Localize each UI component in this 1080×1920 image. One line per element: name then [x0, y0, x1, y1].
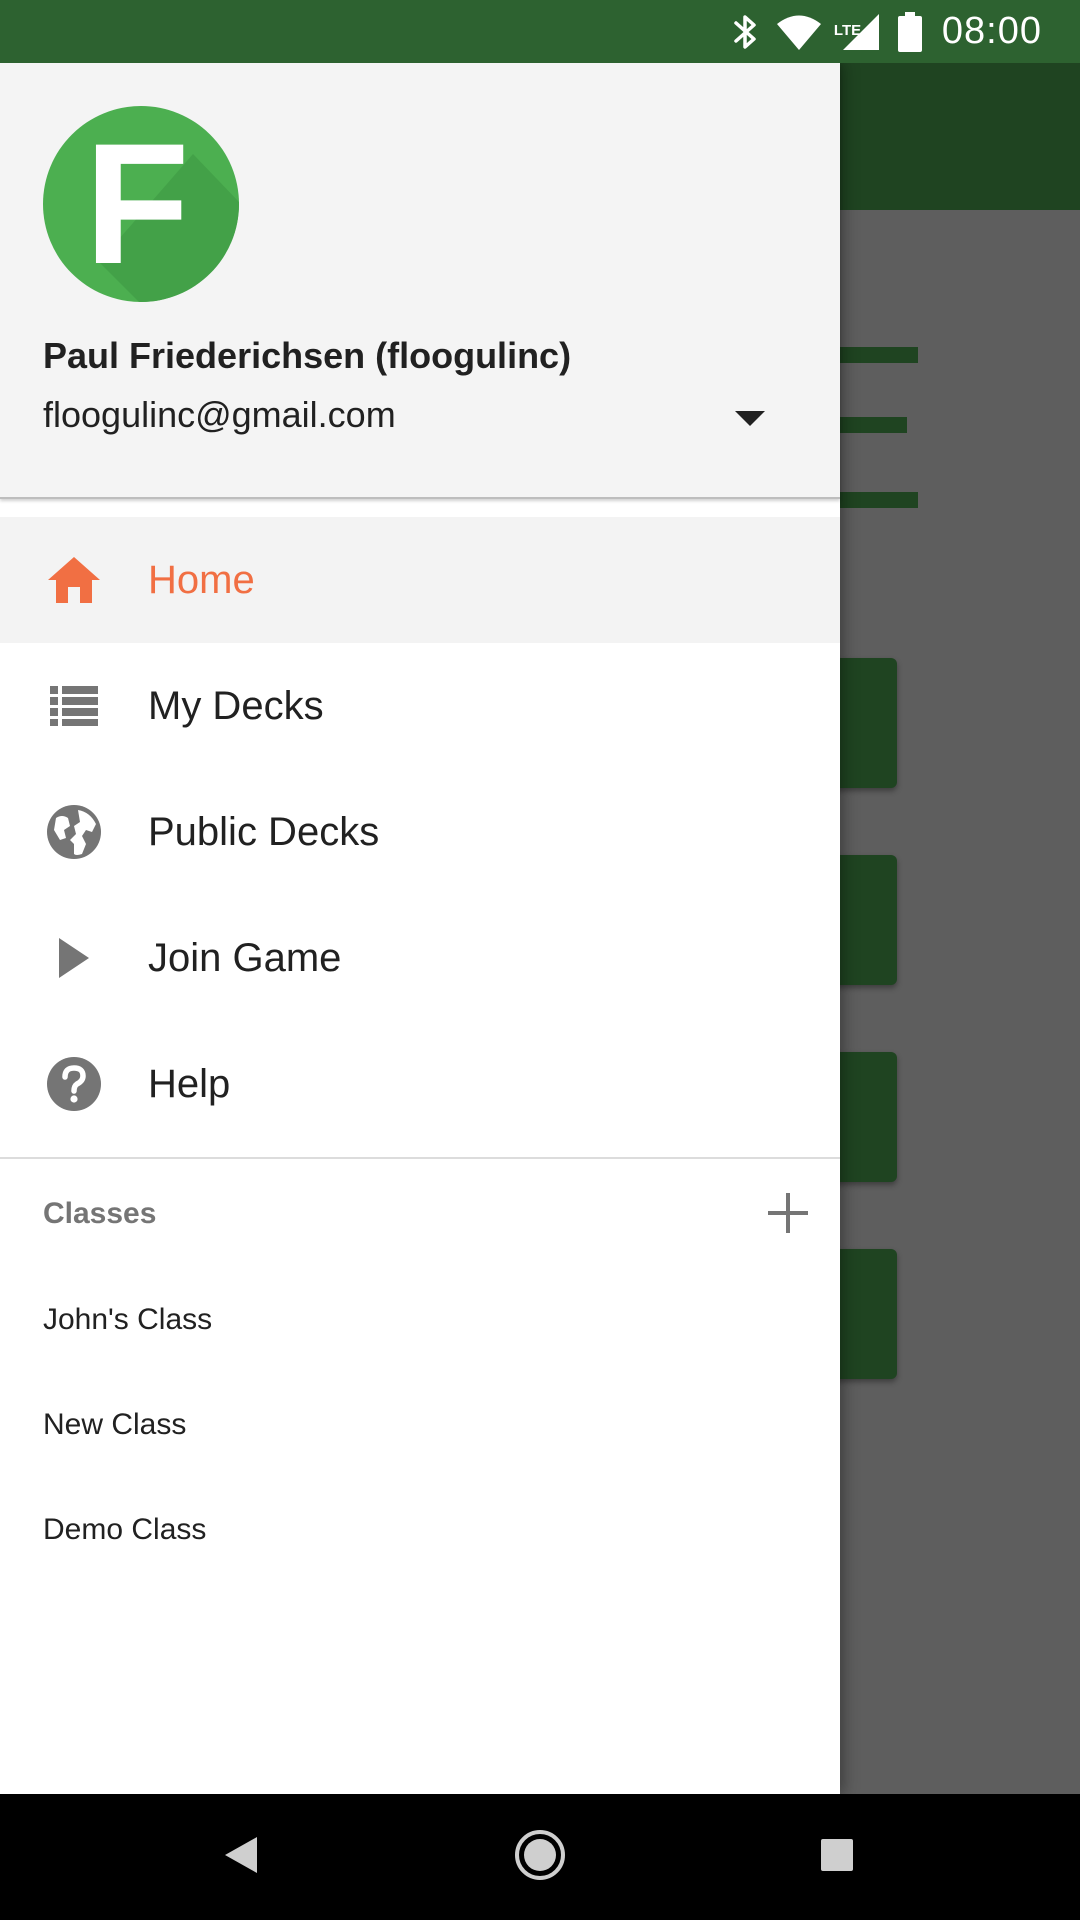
classes-section-title: Classes: [43, 1197, 157, 1230]
divider: [0, 1157, 840, 1159]
nav-item-my-decks[interactable]: My Decks: [0, 643, 840, 769]
nav-item-label: Help: [148, 1061, 231, 1106]
bluetooth-icon: [732, 12, 758, 52]
home-icon: [46, 552, 102, 608]
nav-item-label: My Decks: [148, 683, 324, 728]
navigation-drawer: F Paul Friederichsen (floogulinc) floogu…: [0, 63, 840, 1794]
recents-icon: [820, 1838, 854, 1877]
back-button[interactable]: [216, 1832, 266, 1882]
lte-label: LTE: [833, 21, 862, 39]
battery-icon: [897, 11, 922, 52]
class-item-label: Demo Class: [43, 1512, 207, 1546]
class-item-label: New Class: [43, 1407, 187, 1441]
status-time: 08:00: [941, 10, 1042, 52]
status-icons: LTE 08:00: [714, 0, 1042, 63]
home-circle-icon: [514, 1829, 566, 1886]
recents-button[interactable]: [812, 1832, 862, 1882]
background-line: [840, 417, 907, 433]
nav-item-public-decks[interactable]: Public Decks: [0, 769, 840, 895]
nav-item-label: Home: [148, 557, 255, 602]
nav-item-home[interactable]: Home: [0, 517, 840, 643]
nav-item-help[interactable]: Help: [0, 1021, 840, 1147]
screen: LTE 08:00 F Paul Friederichsen (flooguli…: [0, 0, 1080, 1920]
class-item-label: John's Class: [43, 1302, 213, 1336]
globe-icon: [46, 804, 102, 860]
plus-icon: [768, 1192, 808, 1238]
avatar-letter: F: [84, 108, 190, 300]
list-icon: [46, 678, 102, 734]
account-dropdown-button[interactable]: [730, 401, 770, 441]
user-email: floogulinc@gmail.com: [43, 394, 396, 435]
avatar[interactable]: F: [43, 106, 239, 302]
add-class-button[interactable]: [764, 1191, 812, 1239]
nav-item-label: Public Decks: [148, 809, 380, 854]
home-button[interactable]: [514, 1829, 566, 1882]
class-item-johns-class[interactable]: John's Class: [0, 1267, 840, 1372]
nav-list: Home My Decks Public Decks Join Game Hel…: [0, 517, 840, 1147]
background-line: [840, 492, 918, 508]
system-nav-bar: [0, 1794, 1080, 1920]
back-icon: [223, 1835, 259, 1880]
user-name: Paul Friederichsen (floogulinc): [43, 335, 572, 376]
class-item-demo-class[interactable]: Demo Class: [0, 1477, 840, 1582]
nav-item-join-game[interactable]: Join Game: [0, 895, 840, 1021]
background-line: [840, 347, 918, 363]
dropdown-arrow-icon: [735, 410, 765, 432]
nav-item-label: Join Game: [148, 935, 342, 980]
class-item-new-class[interactable]: New Class: [0, 1372, 840, 1477]
status-bar: LTE 08:00: [0, 0, 1080, 63]
drawer-header: F Paul Friederichsen (floogulinc) floogu…: [0, 63, 840, 499]
lte-signal-icon: LTE: [834, 13, 880, 51]
wifi-icon: [776, 13, 822, 51]
help-icon: [46, 1056, 102, 1112]
play-icon: [46, 930, 102, 986]
